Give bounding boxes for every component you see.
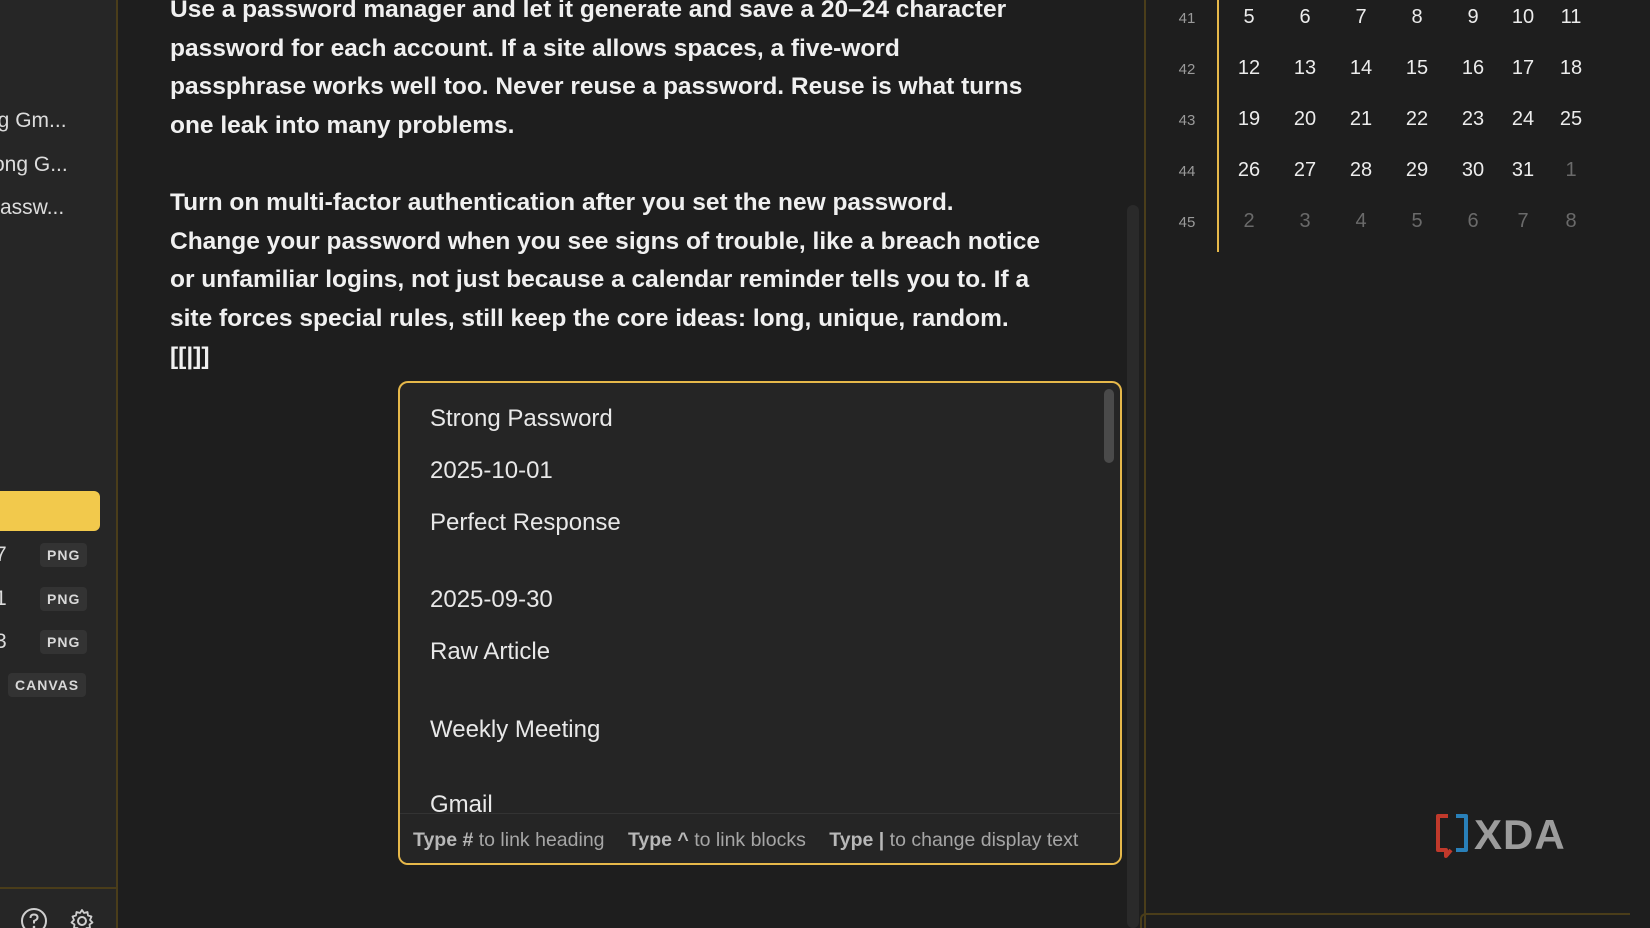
paragraph-password-manager: Use a password manager and let it genera… bbox=[170, 0, 1023, 139]
calendar-day[interactable]: 24 bbox=[1503, 108, 1543, 131]
sidebar-footer bbox=[0, 887, 118, 928]
calendar-day[interactable]: 1 bbox=[1551, 159, 1591, 182]
hint-link-heading: Type # to link heading bbox=[413, 829, 605, 851]
calendar-panel: 41 5 6 7 8 9 10 11 42 12 13 14 15 16 17 18 43 19 20 21 22 23 2… bbox=[1144, 0, 1650, 928]
link-suggestion-popup: Strong Password 2025-10-01 Perfect Respo… bbox=[398, 381, 1122, 865]
week-number[interactable]: 44 bbox=[1172, 163, 1202, 180]
calendar-day[interactable]: 21 bbox=[1341, 108, 1381, 131]
bottom-panel-edge bbox=[1140, 913, 1630, 928]
calendar-day[interactable]: 16 bbox=[1453, 57, 1493, 80]
hint-display-text: Type | to change display text bbox=[829, 829, 1079, 851]
calendar-day[interactable]: 8 bbox=[1397, 6, 1437, 29]
calendar-day[interactable]: 22 bbox=[1397, 108, 1437, 131]
calendar-day[interactable]: 5 bbox=[1229, 6, 1269, 29]
calendar-day[interactable]: 12 bbox=[1229, 57, 1269, 80]
calendar-day[interactable]: 10 bbox=[1503, 6, 1543, 29]
calendar-day[interactable]: 11 bbox=[1551, 6, 1591, 29]
calendar-day[interactable]: 23 bbox=[1453, 108, 1493, 131]
suggestion-item[interactable]: Perfect Response bbox=[430, 507, 621, 539]
calendar-day[interactable]: 30 bbox=[1453, 159, 1493, 182]
file-type-badge: PNG bbox=[40, 630, 88, 654]
suggestion-item[interactable]: Strong Password bbox=[430, 403, 613, 435]
file-explorer-sidebar: ng Gm... rong G... Passw... 7 PNG 1 PNG … bbox=[0, 0, 118, 928]
xda-wordmark: XDA bbox=[1474, 811, 1566, 858]
calendar-day[interactable]: 7 bbox=[1503, 210, 1543, 233]
popup-hints-footer: Type # to link heading Type ^ to link bl… bbox=[400, 813, 1120, 863]
suggestion-item[interactable]: 2025-09-30 bbox=[430, 584, 553, 616]
suggestion-item[interactable]: 2025-10-01 bbox=[430, 455, 553, 487]
link-brackets-token[interactable]: [[|]] bbox=[170, 343, 210, 370]
sidebar-selected-item[interactable] bbox=[0, 491, 100, 531]
calendar-day[interactable]: 6 bbox=[1285, 6, 1325, 29]
calendar-day[interactable]: 3 bbox=[1285, 210, 1325, 233]
attachment-item[interactable]: 1 PNG bbox=[0, 585, 110, 613]
attachment-item[interactable]: 3 PNG bbox=[0, 628, 110, 656]
app-window: ng Gm... rong G... Passw... 7 PNG 1 PNG … bbox=[0, 0, 1650, 928]
calendar-day[interactable]: 20 bbox=[1285, 108, 1325, 131]
week-number[interactable]: 43 bbox=[1172, 112, 1202, 129]
attachment-name: 7 bbox=[0, 543, 7, 566]
gear-icon[interactable] bbox=[68, 907, 96, 928]
editor-scrollbar[interactable] bbox=[1127, 205, 1139, 928]
help-circle-icon[interactable] bbox=[20, 907, 48, 928]
xda-watermark-logo: XDA bbox=[1434, 812, 1590, 858]
file-type-badge: PNG bbox=[40, 587, 88, 611]
calendar-day[interactable]: 7 bbox=[1341, 6, 1381, 29]
week-number[interactable]: 42 bbox=[1172, 61, 1202, 78]
calendar-day[interactable]: 18 bbox=[1551, 57, 1591, 80]
attachment-item[interactable]: 7 PNG bbox=[0, 541, 110, 569]
calendar-day[interactable]: 15 bbox=[1397, 57, 1437, 80]
file-type-badge: CANVAS bbox=[8, 673, 87, 697]
paragraph-mfa: Turn on multi-factor authentication afte… bbox=[170, 184, 1040, 377]
popup-scrollbar-thumb[interactable] bbox=[1104, 389, 1114, 463]
calendar-day[interactable]: 29 bbox=[1397, 159, 1437, 182]
sidebar-file-item[interactable]: rong G... bbox=[0, 150, 111, 180]
calendar-day[interactable]: 6 bbox=[1453, 210, 1493, 233]
attachment-item[interactable]: CANVAS bbox=[0, 671, 110, 699]
calendar-day[interactable]: 26 bbox=[1229, 159, 1269, 182]
calendar-day[interactable]: 25 bbox=[1551, 108, 1591, 131]
attachment-name: 3 bbox=[0, 630, 7, 653]
sidebar-file-item[interactable]: ng Gm... bbox=[0, 106, 111, 136]
calendar-day[interactable]: 13 bbox=[1285, 57, 1325, 80]
calendar-day[interactable]: 28 bbox=[1341, 159, 1381, 182]
attachment-name: 1 bbox=[0, 587, 7, 610]
calendar-day[interactable]: 9 bbox=[1453, 6, 1493, 29]
suggestion-item[interactable]: Weekly Meeting bbox=[430, 714, 600, 746]
sidebar-file-item[interactable]: Passw... bbox=[0, 193, 111, 223]
calendar-day[interactable]: 8 bbox=[1551, 210, 1591, 233]
week-number[interactable]: 45 bbox=[1172, 214, 1202, 231]
week-number-divider bbox=[1217, 0, 1219, 252]
calendar-day[interactable]: 4 bbox=[1341, 210, 1381, 233]
calendar-day[interactable]: 27 bbox=[1285, 159, 1325, 182]
calendar-day[interactable]: 2 bbox=[1229, 210, 1269, 233]
calendar-day[interactable]: 5 bbox=[1397, 210, 1437, 233]
calendar-day[interactable]: 19 bbox=[1229, 108, 1269, 131]
calendar-day[interactable]: 31 bbox=[1503, 159, 1543, 182]
suggestion-item[interactable]: Raw Article bbox=[430, 636, 550, 668]
calendar-day[interactable]: 17 bbox=[1503, 57, 1543, 80]
paragraph-text: Turn on multi-factor authentication afte… bbox=[170, 189, 1040, 332]
hint-link-blocks: Type ^ to link blocks bbox=[627, 829, 806, 851]
week-number[interactable]: 41 bbox=[1172, 10, 1202, 27]
file-type-badge: PNG bbox=[40, 543, 88, 567]
calendar-day[interactable]: 14 bbox=[1341, 57, 1381, 80]
